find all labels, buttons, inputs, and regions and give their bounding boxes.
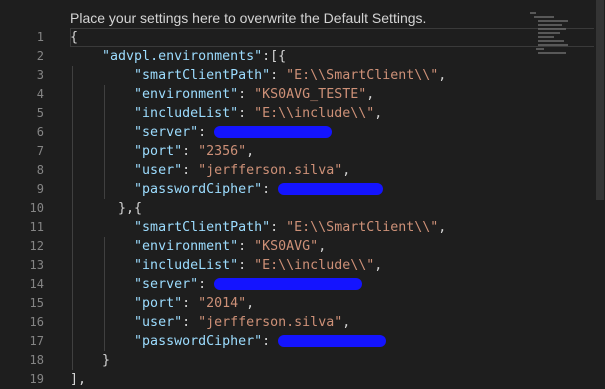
line-number: 19 <box>29 372 44 386</box>
line-number: 16 <box>29 315 44 329</box>
line-number: 9 <box>36 182 44 196</box>
settings-editor: { "header": { "text": "Place your settin… <box>0 0 605 389</box>
code-line[interactable]: { <box>70 28 605 47</box>
code-line[interactable]: "advpl.environments":[{ <box>70 47 605 66</box>
line-number: 6 <box>36 125 44 139</box>
line-number: 10 <box>29 201 44 215</box>
code-line[interactable]: },{ <box>70 199 605 218</box>
line-number: 5 <box>36 106 44 120</box>
code-line[interactable]: "smartClientPath": "E:\\SmartClient\\", <box>70 66 605 85</box>
redacted-server-value <box>214 278 363 290</box>
code-line[interactable]: "includeList": "E:\\include\\", <box>70 104 605 123</box>
line-number: 7 <box>36 144 44 158</box>
code-line[interactable]: "user": "jerfferson.silva", <box>70 313 605 332</box>
redacted-password-value <box>278 335 387 347</box>
line-number: 17 <box>29 334 44 348</box>
minimap[interactable] <box>530 10 575 55</box>
code-line[interactable]: "user": "jerfferson.silva", <box>70 161 605 180</box>
scrollbar-thumb[interactable] <box>596 0 604 200</box>
line-number: 18 <box>29 353 44 367</box>
code-line[interactable]: "environment": "KS0AVG", <box>70 237 605 256</box>
line-number: 15 <box>29 296 44 310</box>
line-number: 8 <box>36 163 44 177</box>
line-number: 4 <box>36 87 44 101</box>
line-number: 14 <box>29 277 44 291</box>
code-line[interactable]: "port": "2014", <box>70 294 605 313</box>
code-line[interactable]: "smartClientPath": "E:\\SmartClient\\", <box>70 218 605 237</box>
line-number: 12 <box>29 239 44 253</box>
code-line[interactable]: "passwordCipher": <box>70 180 605 199</box>
line-number: 11 <box>29 220 44 234</box>
code-line[interactable]: "server": <box>70 275 605 294</box>
code-line[interactable]: "server": <box>70 123 605 142</box>
redacted-server-value <box>214 126 333 138</box>
code-line[interactable]: "includeList": "E:\\include\\", <box>70 256 605 275</box>
code-line[interactable]: "port": "2356", <box>70 142 605 161</box>
line-number: 2 <box>36 49 44 63</box>
code-line[interactable]: ], <box>70 370 605 389</box>
line-number-gutter: 1 2 3 4 5 6 7 8 9 10 11 12 13 14 15 16 1… <box>0 28 50 389</box>
code-editor[interactable]: { "advpl.environments":[{ "smartClientPa… <box>70 28 605 389</box>
code-line[interactable]: "environment": "KS0AVG_TESTE", <box>70 85 605 104</box>
line-number: 3 <box>36 68 44 82</box>
line-number: 13 <box>29 258 44 272</box>
redacted-password-value <box>278 183 384 195</box>
settings-hint: Place your settings here to overwrite th… <box>70 10 427 26</box>
line-number: 1 <box>36 30 44 44</box>
code-line[interactable]: "passwordCipher": <box>70 332 605 351</box>
vertical-scrollbar[interactable] <box>594 0 605 389</box>
code-line[interactable]: } <box>70 351 605 370</box>
